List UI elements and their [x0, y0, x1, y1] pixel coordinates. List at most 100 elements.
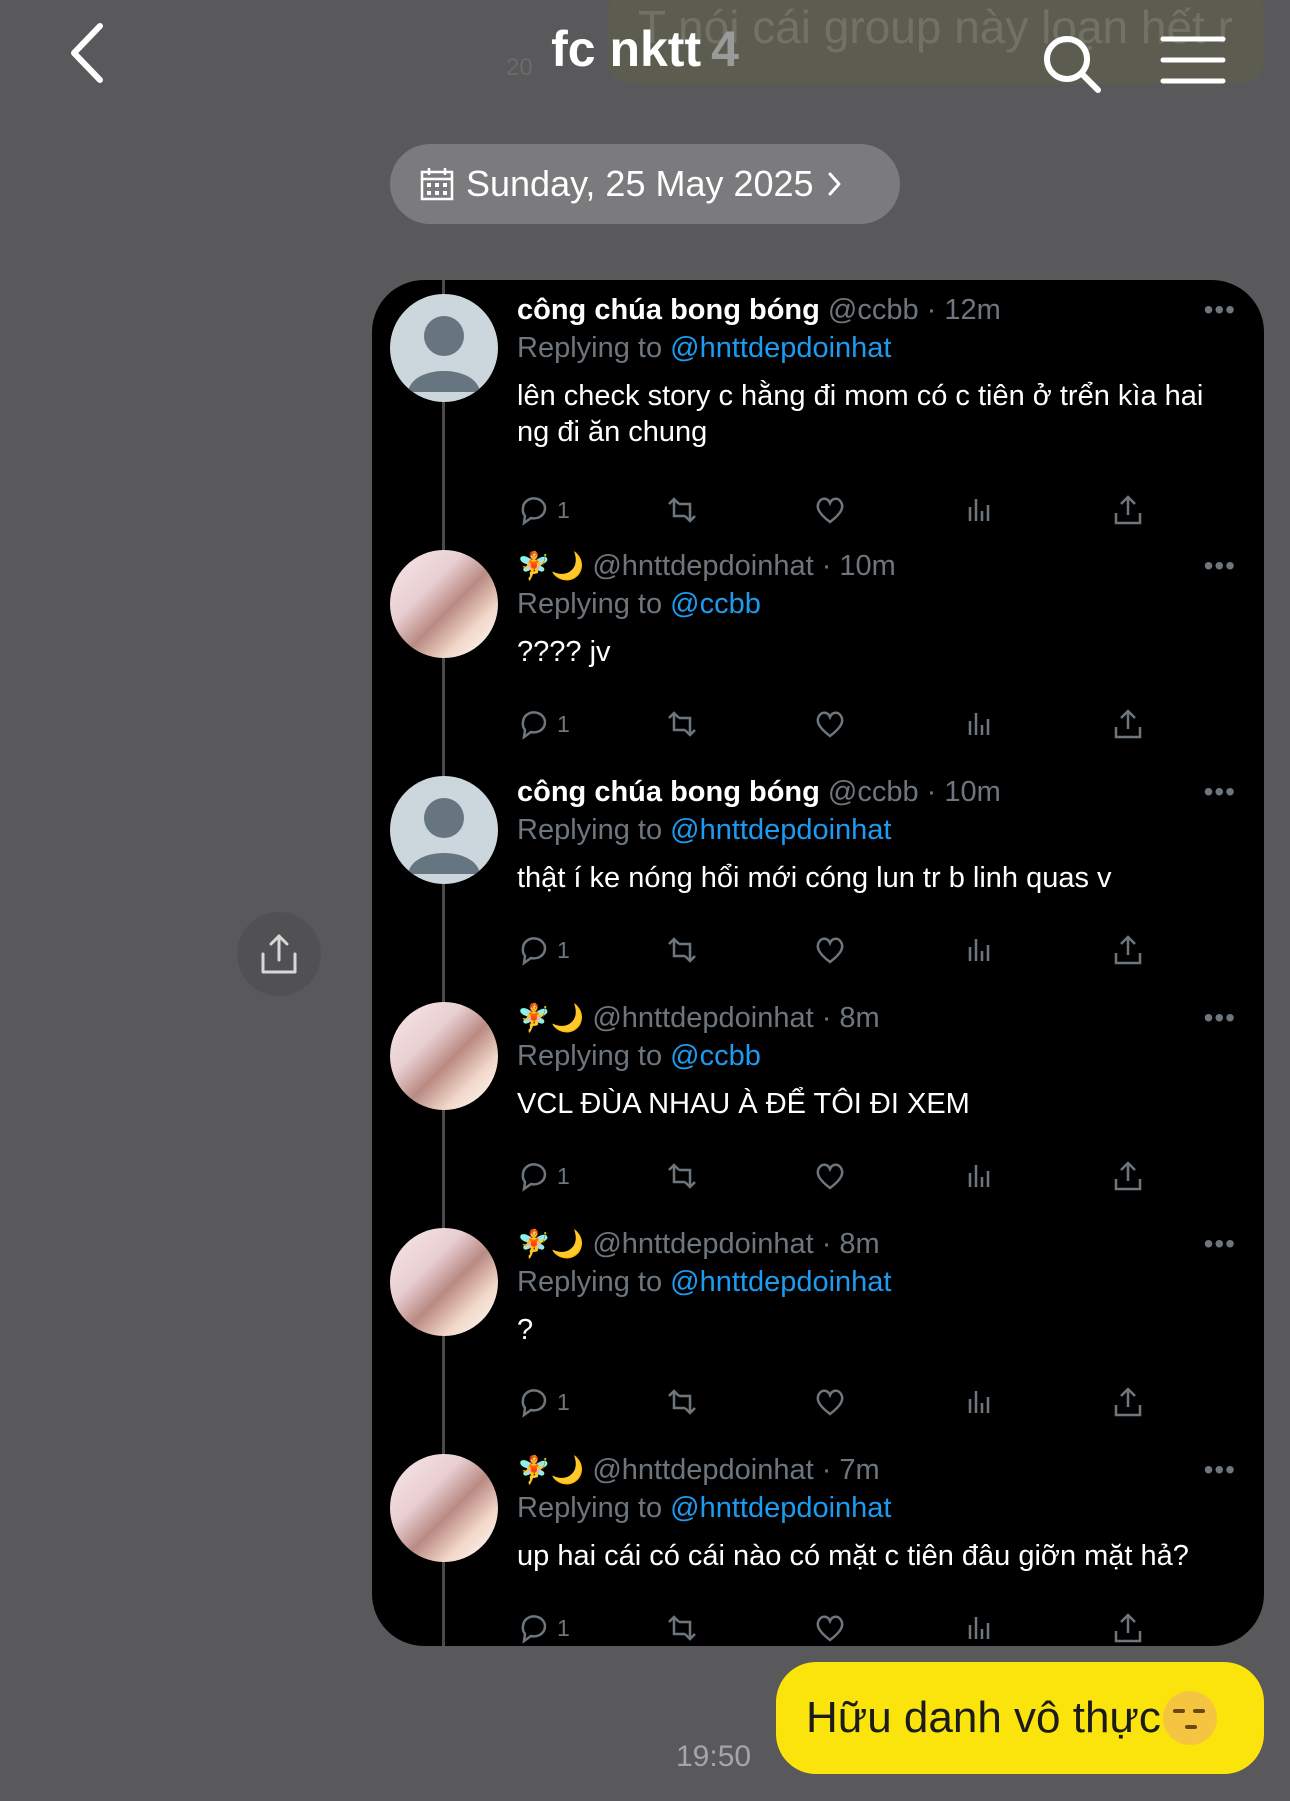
retweet-button[interactable] [665, 704, 699, 744]
mention-link[interactable]: @hnttdepdoinhat [670, 1492, 891, 1524]
views-button[interactable] [963, 1156, 997, 1196]
avatar[interactable] [390, 1228, 498, 1336]
reply-button[interactable]: 1 [517, 1156, 570, 1196]
views-button[interactable] [963, 1608, 997, 1646]
tweet-handle: @hnttdepdoinhat · 8m [592, 1228, 880, 1260]
reply-count: 1 [557, 1162, 570, 1189]
heart-icon [816, 711, 844, 738]
tweet-handle: @hnttdepdoinhat · 10m [592, 550, 896, 582]
share-icon [1114, 935, 1142, 965]
tweet-text: VCL ĐÙA NHAU À ĐỂ TÔI ĐI XEM [517, 1088, 970, 1120]
views-icon [968, 499, 990, 521]
share-icon [261, 934, 297, 974]
tweet[interactable]: 🧚🌙 @hnttdepdoinhat · 7m ••• Replying to … [372, 1454, 1264, 1646]
avatar[interactable] [390, 1454, 498, 1562]
heart-icon [816, 1615, 844, 1642]
retweet-icon [668, 497, 696, 523]
tweet[interactable]: 🧚🌙 @hnttdepdoinhat · 8m ••• Replying to … [372, 1002, 1264, 1222]
share-icon [1114, 1613, 1142, 1643]
mention-link[interactable]: @hnttdepdoinhat [670, 1266, 891, 1298]
share-tweet-button[interactable] [1111, 704, 1145, 744]
more-options-icon[interactable]: ••• [1204, 294, 1236, 326]
share-tweet-button[interactable] [1111, 1608, 1145, 1646]
date-pill[interactable]: Sunday, 25 May 2025 [390, 144, 900, 224]
like-button[interactable] [813, 930, 847, 970]
avatar[interactable] [390, 550, 498, 658]
reply-count: 1 [557, 710, 570, 737]
tweet-text: ? [517, 1314, 534, 1346]
tweet[interactable]: 🧚🌙 @hnttdepdoinhat · 10m ••• Replying to… [372, 550, 1264, 770]
views-button[interactable] [963, 490, 997, 530]
like-button[interactable] [813, 1156, 847, 1196]
more-options-icon[interactable]: ••• [1204, 1228, 1236, 1260]
heart-icon [816, 1389, 844, 1416]
tweet-header: 🧚🌙 @hnttdepdoinhat · 7m [517, 1454, 880, 1487]
reply-button[interactable]: 1 [517, 1382, 570, 1422]
share-icon [1114, 1161, 1142, 1191]
like-button[interactable] [813, 704, 847, 744]
share-tweet-button[interactable] [1111, 490, 1145, 530]
reply-button[interactable]: 1 [517, 490, 570, 530]
heart-icon [816, 937, 844, 964]
replying-label: Replying to [517, 1040, 671, 1072]
avatar[interactable] [390, 1002, 498, 1110]
replying-label: Replying to [517, 814, 671, 846]
retweet-button[interactable] [665, 1608, 699, 1646]
tweet[interactable]: công chúa bong bóng @ccbb · 10m ••• Repl… [372, 776, 1264, 996]
views-button[interactable] [963, 704, 997, 744]
reply-icon [521, 1615, 547, 1644]
search-icon [1044, 36, 1101, 93]
views-button[interactable] [963, 930, 997, 970]
more-options-icon[interactable]: ••• [1204, 1454, 1236, 1486]
like-button[interactable] [813, 1608, 847, 1646]
reply-icon [521, 937, 547, 966]
reply-button[interactable]: 1 [517, 930, 570, 970]
heart-icon [816, 1163, 844, 1190]
mention-link[interactable]: @ccbb [670, 588, 761, 620]
like-button[interactable] [813, 490, 847, 530]
retweet-icon [668, 1389, 696, 1415]
tweet-actions: 1 [517, 1382, 1237, 1422]
menu-button[interactable] [1160, 34, 1226, 86]
avatar[interactable] [390, 776, 498, 884]
search-button[interactable] [1040, 32, 1104, 96]
retweet-button[interactable] [665, 1382, 699, 1422]
tweet-text: ???? jv [517, 636, 611, 668]
mention-link[interactable]: @hnttdepdoinhat [670, 814, 891, 846]
share-button[interactable] [237, 912, 321, 996]
share-tweet-button[interactable] [1111, 1382, 1145, 1422]
default-avatar-icon [408, 316, 480, 392]
tweet[interactable]: 🧚🌙 @hnttdepdoinhat · 8m ••• Replying to … [372, 1228, 1264, 1448]
retweet-button[interactable] [665, 1156, 699, 1196]
views-icon [968, 713, 990, 735]
share-tweet-button[interactable] [1111, 1156, 1145, 1196]
tweet-author-emoji: 🧚🌙 [517, 1455, 585, 1485]
tweet-actions: 1 [517, 1156, 1237, 1196]
tweet-header: công chúa bong bóng @ccbb · 10m [517, 776, 1001, 809]
avatar[interactable] [390, 294, 498, 402]
views-button[interactable] [963, 1382, 997, 1422]
replying-to: Replying to @hnttdepdoinhat [517, 1266, 892, 1299]
retweet-button[interactable] [665, 490, 699, 530]
tweet-author-emoji: 🧚🌙 [517, 1003, 585, 1033]
reply-button[interactable]: 1 [517, 1608, 570, 1646]
chevron-right-icon [828, 172, 841, 196]
reply-button[interactable]: 1 [517, 704, 570, 744]
more-options-icon[interactable]: ••• [1204, 1002, 1236, 1034]
group-name: fc nktt [551, 21, 702, 77]
tweet[interactable]: công chúa bong bóng @ccbb · 12m ••• Repl… [372, 294, 1264, 526]
like-button[interactable] [813, 1382, 847, 1422]
replying-label: Replying to [517, 1492, 671, 1524]
tweet-header: 🧚🌙 @hnttdepdoinhat · 8m [517, 1228, 880, 1261]
more-options-icon[interactable]: ••• [1204, 550, 1236, 582]
more-options-icon[interactable]: ••• [1204, 776, 1236, 808]
retweet-button[interactable] [665, 930, 699, 970]
my-message-bubble[interactable]: Hữu danh vô thực [776, 1662, 1264, 1774]
tweet-author-emoji: 🧚🌙 [517, 1229, 585, 1259]
mention-link[interactable]: @ccbb [670, 1040, 761, 1072]
share-tweet-button[interactable] [1111, 930, 1145, 970]
mention-link[interactable]: @hnttdepdoinhat [670, 332, 891, 364]
tweet-author-name: công chúa bong bóng [517, 294, 820, 326]
smirk-emoji [1162, 1691, 1217, 1745]
shared-screenshot-image[interactable]: công chúa bong bóng @ccbb · 12m ••• Repl… [372, 280, 1264, 1646]
